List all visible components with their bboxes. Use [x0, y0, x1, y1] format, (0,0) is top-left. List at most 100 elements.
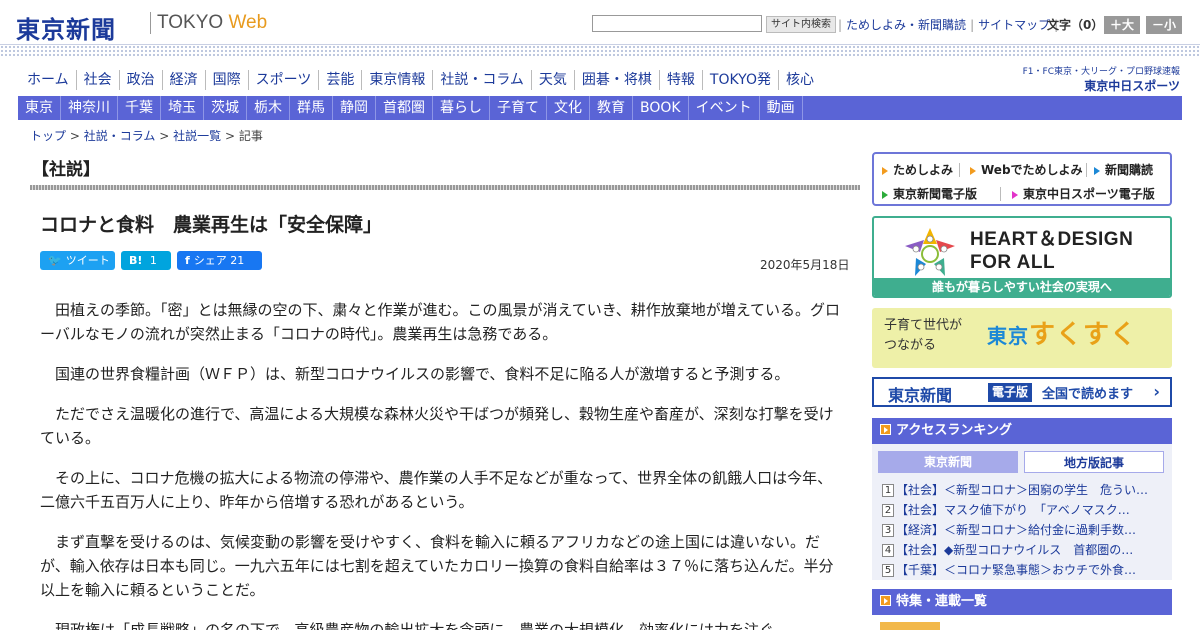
- nav-living[interactable]: 暮らし: [433, 96, 490, 120]
- arrow-icon: [1012, 190, 1018, 199]
- nav-society[interactable]: 社会: [75, 70, 119, 90]
- tweet-label: ツイート: [65, 254, 110, 267]
- facebook-share-button[interactable]: f シェア 21: [177, 251, 262, 270]
- ranking-item[interactable]: 1 【社会】＜新型コロナ＞困窮の学生 危うい…: [882, 480, 1168, 500]
- link-divider: [1086, 163, 1087, 177]
- subscription-links-box: ためしよみ Webでためしよみ 新聞購読 東京新聞電子版 東京中日スポーツ電子版: [872, 152, 1172, 206]
- tab-tokyo-shimbun[interactable]: 東京新聞: [878, 451, 1018, 473]
- ranking-item[interactable]: 4 【社会】◆新型コロナウイルス 首都圏の…: [882, 540, 1168, 560]
- breadcrumb-editorial-column[interactable]: 社説・コラム: [84, 129, 156, 143]
- tokyo-sukusuku-banner[interactable]: 子育て世代が つながる 東京すくすく: [872, 308, 1172, 368]
- sukusuku-tagline-line1: 子育て世代が: [884, 318, 963, 333]
- rank-number: 2: [882, 504, 894, 517]
- nav-culture[interactable]: 文化: [547, 96, 590, 120]
- digital-edition-text: 全国で読めます: [1042, 387, 1134, 402]
- nav-tokuho[interactable]: 特報: [658, 70, 702, 90]
- tokyo-web-logo[interactable]: TOKYO Web: [157, 12, 267, 34]
- nav-editorial-column[interactable]: 社説・コラム: [432, 70, 531, 90]
- section-divider: [30, 185, 860, 190]
- newspaper-subscribe-label: 新聞購読: [1105, 163, 1154, 177]
- nav-economy[interactable]: 経済: [161, 70, 205, 90]
- article-paragraph: 国連の世界食糧計画（ＷＦＰ）は、新型コロナウイルスの影響で、食料不足に陥る人が激…: [55, 365, 790, 383]
- top-links: | ためしよみ・新聞購読 | サイトマップ |: [834, 16, 1062, 33]
- tab-regional-articles[interactable]: 地方版記事: [1024, 451, 1164, 473]
- ranking-item-text: 【千葉】＜コロナ緊急事態＞おウチで外食…: [896, 563, 1137, 577]
- nav-region-shizuoka[interactable]: 静岡: [333, 96, 376, 120]
- tweet-button[interactable]: 🐦 ツイート: [40, 251, 115, 270]
- nav-kakushin[interactable]: 核心: [777, 70, 821, 90]
- sukusuku-logo-main: すくすく: [1029, 320, 1138, 350]
- heart-design-banner[interactable]: HEART＆DESIGN FOR ALL 誰もが暮らしやすい社会の実現へ: [872, 216, 1172, 298]
- chunichi-sports-digital-link[interactable]: 東京中日スポーツ電子版: [1012, 185, 1155, 202]
- header-dotted-band: [0, 44, 1200, 56]
- sukusuku-tagline-line2: つながる: [884, 338, 937, 353]
- breadcrumb-sep: >: [159, 129, 170, 143]
- ranking-item[interactable]: 5 【千葉】＜コロナ緊急事態＞おウチで外食…: [882, 560, 1168, 580]
- hatena-bookmark-button[interactable]: B! 1: [121, 251, 171, 270]
- trial-reading-link[interactable]: ためしよみ: [882, 161, 953, 178]
- site-search-input[interactable]: [592, 15, 762, 32]
- twitter-icon: 🐦: [48, 254, 62, 267]
- chunichi-sports-logo[interactable]: F1・FC東京・大リーグ・プロ野球速報 東京中日スポーツ: [1020, 64, 1180, 94]
- ranking-item[interactable]: 2 【社会】マスク値下がり 「アベノマスク…: [882, 500, 1168, 520]
- nav-events[interactable]: イベント: [689, 96, 760, 120]
- nav-politics[interactable]: 政治: [118, 70, 162, 90]
- primary-nav: ホーム 社会 政治 経済 国際 スポーツ 芸能 東京情報 社説・コラム 天気 囲…: [18, 70, 821, 90]
- nav-tokyo-info[interactable]: 東京情報: [361, 70, 432, 90]
- ranking-item-text: 【社会】◆新型コロナウイルス 首都圏の…: [896, 543, 1134, 557]
- nav-international[interactable]: 国際: [204, 70, 248, 90]
- tokyo-web-logo-web: Web: [228, 12, 268, 33]
- web-trial-link[interactable]: Webでためしよみ: [970, 161, 1083, 178]
- nav-education[interactable]: 教育: [590, 96, 633, 120]
- sukusuku-logo-tokyo: 東京: [987, 324, 1029, 348]
- nav-region-kanagawa[interactable]: 神奈川: [61, 96, 118, 120]
- sitemap-link[interactable]: サイトマップ: [978, 16, 1050, 33]
- ranking-item[interactable]: 3 【経済】＜新型コロナ＞給付金に過剰手数…: [882, 520, 1168, 540]
- access-ranking-title: アクセスランキング: [896, 423, 1012, 438]
- access-ranking-header: アクセスランキング: [872, 418, 1172, 444]
- nav-weather[interactable]: 天気: [530, 70, 574, 90]
- font-size-label: 文字（0）: [1047, 18, 1104, 32]
- nav-tokyo-hatsu[interactable]: TOKYO発: [701, 70, 778, 90]
- heart-design-title: HEART＆DESIGN FOR ALL: [970, 228, 1133, 274]
- newspaper-subscribe-link[interactable]: 新聞購読: [1094, 161, 1153, 178]
- breadcrumb-top[interactable]: トップ: [30, 129, 66, 143]
- nav-region-tokyo[interactable]: 東京: [18, 96, 61, 120]
- nav-video[interactable]: 動画: [760, 96, 803, 120]
- nav-entertainment[interactable]: 芸能: [318, 70, 361, 90]
- heart-design-title-line2: FOR ALL: [970, 252, 1056, 273]
- arrow-icon: [1094, 166, 1100, 175]
- nav-go-shogi[interactable]: 囲碁・将棋: [573, 70, 659, 90]
- site-logo[interactable]: 東京新聞: [16, 10, 116, 45]
- flower-logo-icon: [905, 228, 955, 276]
- nav-region-gunma[interactable]: 群馬: [290, 96, 333, 120]
- trial-subscribe-link[interactable]: ためしよみ・新聞購読: [846, 16, 966, 33]
- font-smaller-button[interactable]: －小: [1146, 16, 1182, 34]
- ranking-item-text: 【社会】マスク値下がり 「アベノマスク…: [896, 503, 1130, 517]
- nav-region-saitama[interactable]: 埼玉: [161, 96, 204, 120]
- link-divider: [959, 163, 960, 177]
- nav-metro-area[interactable]: 首都圏: [376, 96, 433, 120]
- font-larger-button[interactable]: ＋大: [1104, 16, 1140, 34]
- nav-book[interactable]: BOOK: [633, 96, 689, 120]
- site-search-button[interactable]: サイト内検索: [766, 16, 836, 33]
- access-ranking-box: 東京新聞 地方版記事 1 【社会】＜新型コロナ＞困窮の学生 危うい… 2 【社会】マ…: [872, 444, 1172, 580]
- nav-region-ibaraki[interactable]: 茨城: [204, 96, 247, 120]
- top-link-separator: |: [970, 18, 975, 32]
- nav-parenting[interactable]: 子育て: [490, 96, 547, 120]
- digital-edition-paper: 東京新聞: [888, 386, 953, 405]
- nav-region-chiba[interactable]: 千葉: [118, 96, 161, 120]
- digital-edition-banner[interactable]: 東京新聞 電子版 全国で読めます ›: [872, 377, 1172, 407]
- article-paragraph: その上に、コロナ危機の拡大による物流の停滞や、農作業の人手不足などが重なって、世…: [40, 469, 833, 511]
- tokyo-digital-link[interactable]: 東京新聞電子版: [882, 185, 977, 202]
- breadcrumb-current: 記事: [238, 129, 263, 143]
- top-link-separator: |: [838, 18, 843, 32]
- feature-thumbnail[interactable]: [880, 622, 940, 630]
- breadcrumb-editorial-list[interactable]: 社説一覧: [173, 129, 221, 143]
- heart-design-title-line1: HEART＆DESIGN: [970, 229, 1134, 250]
- nav-region-tochigi[interactable]: 栃木: [247, 96, 290, 120]
- nav-home[interactable]: ホーム: [18, 70, 76, 90]
- site-header: 東京新聞 TOKYO Web サイト内検索 | ためしよみ・新聞購読 | サイトマップ…: [0, 0, 1200, 46]
- nav-sports[interactable]: スポーツ: [247, 70, 319, 90]
- hatena-count: 1: [149, 254, 157, 267]
